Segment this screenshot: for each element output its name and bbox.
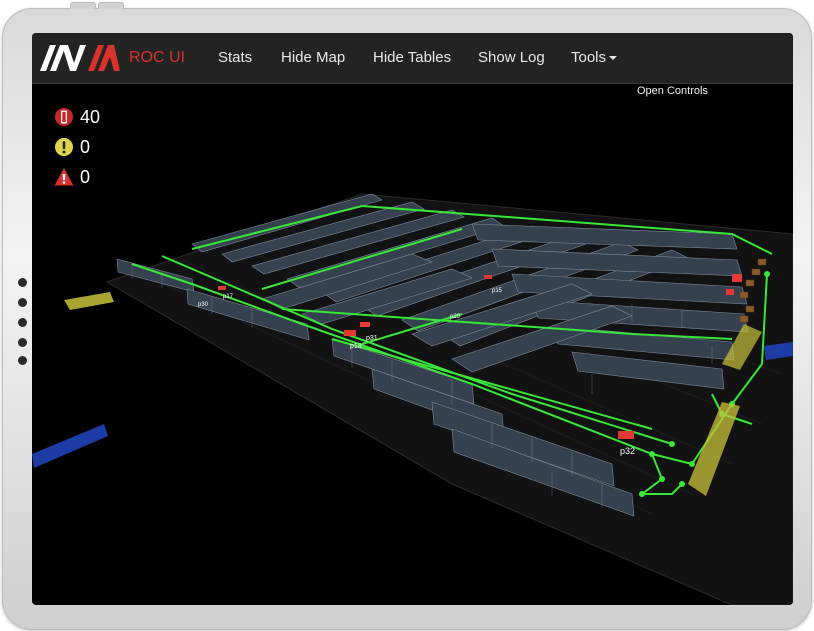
stat-warnings-value: 0 bbox=[80, 136, 91, 157]
robot-label: p32 bbox=[620, 446, 635, 456]
tablet-side-dot bbox=[18, 356, 27, 365]
invia-logo[interactable] bbox=[40, 43, 120, 73]
warning-circle-icon bbox=[55, 138, 73, 156]
nav-stats[interactable]: Stats bbox=[218, 49, 252, 66]
nav-hide-map[interactable]: Hide Map bbox=[281, 49, 345, 66]
app-screen: ROC UI Stats Hide Map Hide Tables Show L… bbox=[32, 33, 793, 605]
robot-label: p30 bbox=[198, 302, 209, 308]
zone-blue-left bbox=[32, 424, 108, 468]
warehouse-3d-map[interactable]: p32 p31 p18 p29 p15 p30 p17 bbox=[32, 84, 793, 605]
tablet-side-dot bbox=[18, 298, 27, 307]
robot-label: p31 bbox=[366, 335, 378, 342]
app-brand-title[interactable]: ROC UI bbox=[129, 49, 185, 67]
top-navbar: ROC UI Stats Hide Map Hide Tables Show L… bbox=[32, 33, 793, 84]
nav-tools-dropdown[interactable]: Tools bbox=[571, 49, 618, 66]
nav-hide-tables[interactable]: Hide Tables bbox=[373, 49, 451, 66]
tablet-side-dot bbox=[18, 338, 27, 347]
stat-alerts: 0 bbox=[54, 166, 90, 188]
tablet-side-dot bbox=[18, 278, 27, 287]
stat-robot-count: 40 bbox=[54, 106, 100, 128]
zone-left bbox=[64, 292, 114, 310]
robot-battery-icon bbox=[55, 108, 73, 126]
stat-robot-count-value: 40 bbox=[80, 106, 101, 127]
robot-label: p15 bbox=[492, 288, 503, 294]
alert-triangle-icon bbox=[54, 168, 74, 186]
stat-warnings: 0 bbox=[54, 136, 90, 158]
open-controls-link[interactable]: Open Controls bbox=[637, 85, 708, 97]
tablet-button-top-2 bbox=[98, 2, 124, 9]
nav-show-log[interactable]: Show Log bbox=[478, 49, 545, 66]
tablet-button-top-1 bbox=[70, 2, 96, 9]
robot-label: p18 bbox=[350, 343, 362, 350]
stat-alerts-value: 0 bbox=[80, 166, 91, 187]
tablet-side-dot bbox=[18, 318, 27, 327]
robot-label: p17 bbox=[223, 294, 234, 300]
caret-down-icon bbox=[609, 56, 618, 61]
nav-tools-label: Tools bbox=[571, 49, 607, 66]
robot-label: p29 bbox=[450, 314, 461, 320]
